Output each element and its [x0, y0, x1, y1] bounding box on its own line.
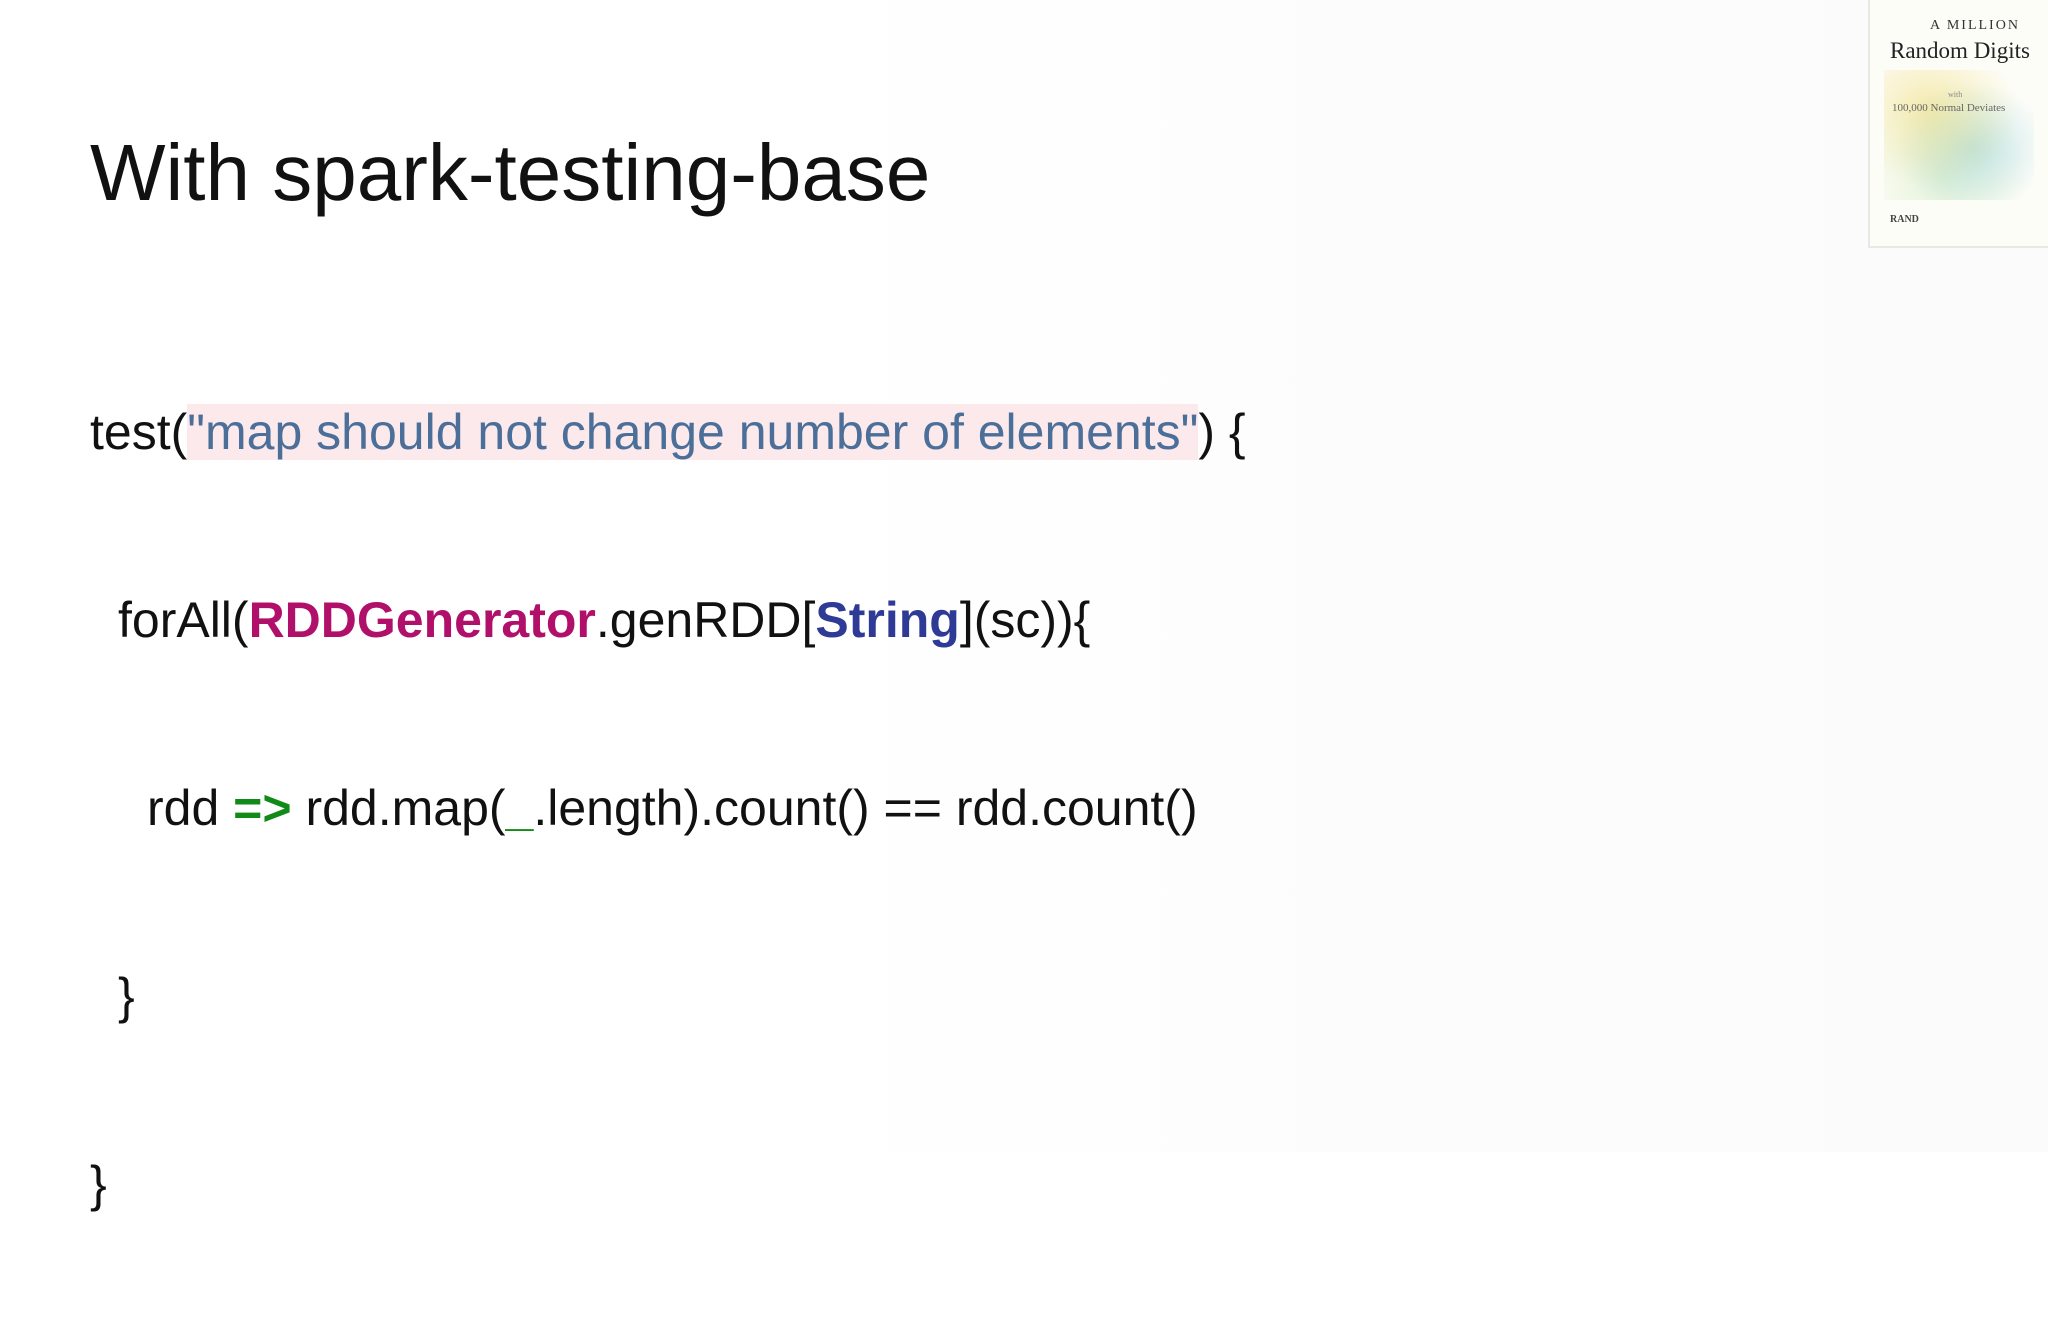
code-block: test("map should not change number of el…	[90, 280, 1246, 1336]
code-underscore: _	[505, 780, 534, 836]
code-token: rdd	[147, 780, 234, 836]
code-token: forAll(	[118, 592, 249, 648]
code-token: .genRDD[	[595, 592, 816, 648]
code-arrow: =>	[233, 780, 292, 836]
book-publisher: RAND	[1890, 214, 1919, 225]
code-line-2: forAll(RDDGenerator.genRDD[String](sc)){	[90, 584, 1246, 656]
code-line-4: }	[118, 968, 135, 1024]
book-top-line: A MILLION	[1930, 18, 2020, 33]
code-line-3: rdd => rdd.map(_.length).count() == rdd.…	[90, 772, 1246, 844]
code-token: rdd.map(	[291, 780, 506, 836]
code-token: test(	[90, 404, 188, 460]
code-line-5: }	[90, 1156, 107, 1212]
book-small-word: with	[1948, 90, 1963, 99]
book-cover-image: A MILLION Random Digits with 100,000 Nor…	[1868, 0, 2048, 248]
code-token: ) {	[1198, 404, 1246, 460]
code-line-1: test("map should not change number of el…	[90, 396, 1246, 468]
code-generator-class: RDDGenerator	[248, 592, 596, 648]
code-token: ](sc)){	[959, 592, 1091, 648]
code-token: .length).count() == rdd.count()	[533, 780, 1198, 836]
code-type-name: String	[815, 592, 960, 648]
slide-title: With spark-testing-base	[90, 128, 931, 217]
book-subtitle: 100,000 Normal Deviates	[1892, 102, 2006, 114]
book-title: Random Digits	[1890, 38, 2030, 63]
slide: With spark-testing-base test("map should…	[0, 0, 2048, 1212]
code-string-literal: "map should not change number of element…	[187, 404, 1199, 460]
